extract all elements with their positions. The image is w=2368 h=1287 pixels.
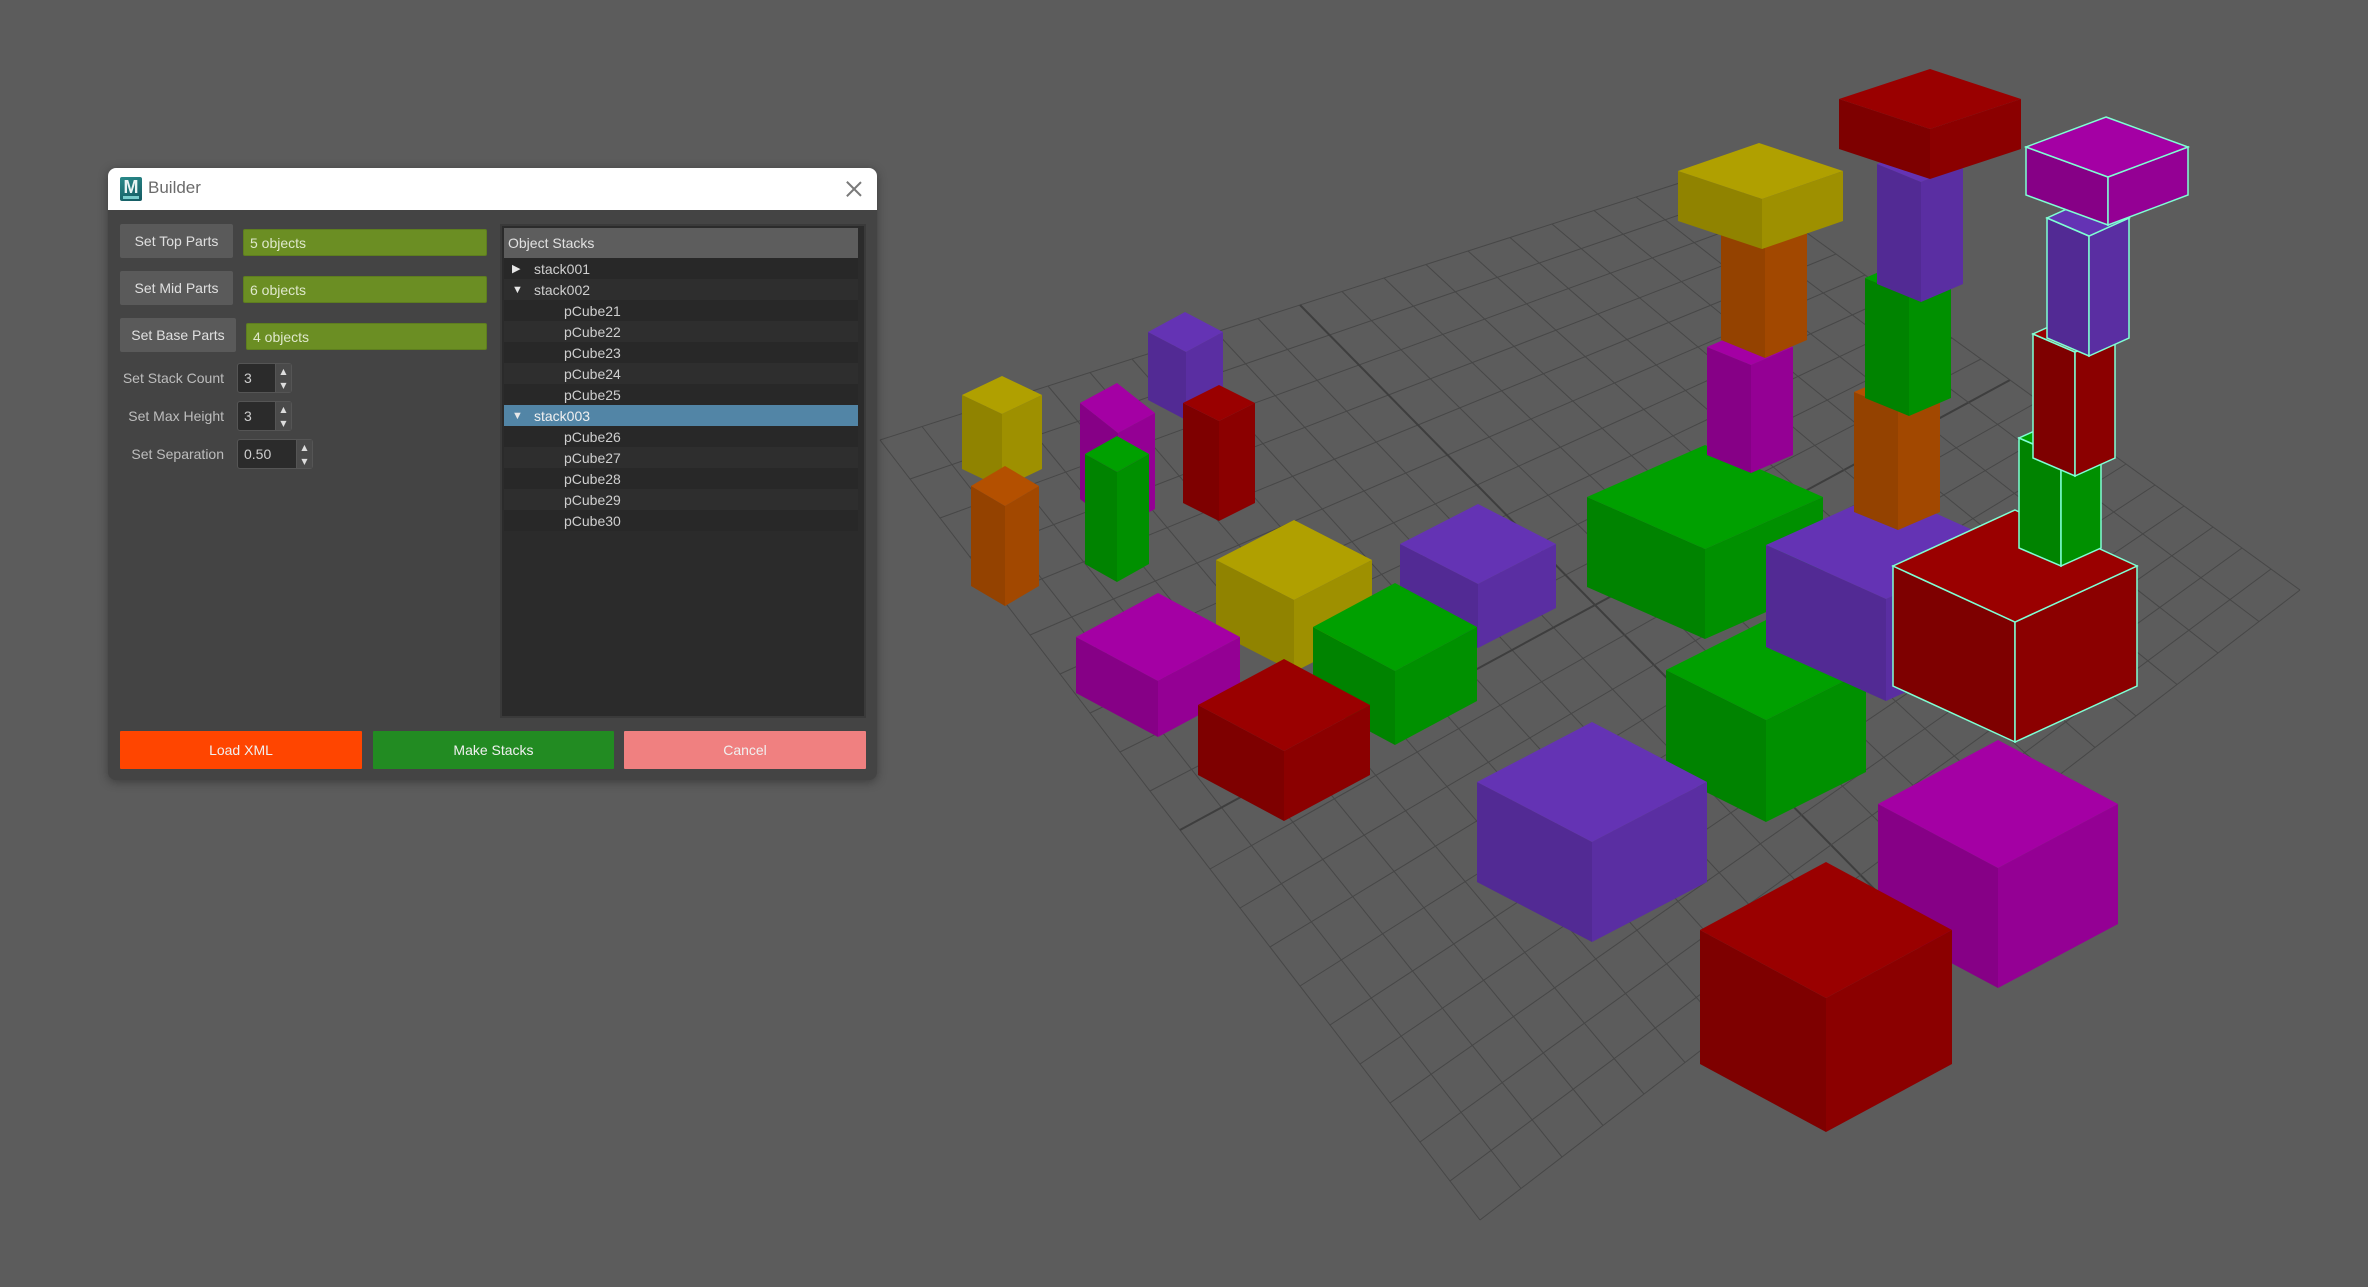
mid-parts-field[interactable]: 6 objects: [243, 276, 487, 303]
expanded-arrow-icon[interactable]: ▼: [512, 284, 523, 296]
stack001-mid-1-right-face: [1765, 228, 1807, 358]
stack003-top: [2023, 116, 2191, 227]
stack002-mid-3-left-face: [1854, 392, 1898, 530]
tree-item-object[interactable]: pCube25: [504, 384, 858, 405]
tree-item-object[interactable]: pCube24: [504, 363, 858, 384]
stack002-top: [1839, 69, 2021, 179]
maya-logo-icon: M: [120, 177, 142, 201]
tree-item-object[interactable]: pCube29: [504, 489, 858, 510]
max-height-value[interactable]: 3: [244, 408, 252, 424]
max-height-label: Set Max Height: [128, 408, 224, 424]
cube-red-tall-right-face: [1219, 403, 1255, 521]
top-parts-field[interactable]: 5 objects: [243, 229, 487, 256]
stack001-mid-2-left-face: [1707, 347, 1751, 473]
separation-down-arrow-icon[interactable]: ▼: [297, 454, 312, 468]
tree-item-label: stack002: [534, 281, 591, 298]
collapsed-arrow-icon[interactable]: ▶: [512, 262, 522, 275]
tree-item-object[interactable]: pCube28: [504, 468, 858, 489]
load-xml-button[interactable]: Load XML: [120, 731, 362, 769]
stack001-top: [1678, 143, 1843, 249]
tree-item-label: pCube21: [564, 302, 621, 319]
set-base-parts-button[interactable]: Set Base Parts: [120, 318, 236, 352]
base-parts-field[interactable]: 4 objects: [246, 323, 487, 350]
stack003-mid-1: [2045, 199, 2131, 358]
make-stacks-button[interactable]: Make Stacks: [373, 731, 614, 769]
stack003-mid-1-right-face: [2088, 216, 2130, 358]
tree-item-object[interactable]: pCube22: [504, 321, 858, 342]
tree-item-label: stack001: [534, 260, 591, 277]
tree-item-stack[interactable]: ▼ stack002: [504, 279, 858, 300]
cube-red-tall-left-face: [1183, 403, 1219, 521]
tree-item-label: pCube23: [564, 344, 621, 361]
stack-count-label: Set Stack Count: [122, 370, 224, 386]
tree-item-object[interactable]: pCube30: [504, 510, 858, 531]
tree-item-object[interactable]: pCube27: [504, 447, 858, 468]
cube-red-tall: [1183, 385, 1255, 521]
tree-item-label: pCube27: [564, 449, 621, 466]
set-top-parts-button[interactable]: Set Top Parts: [120, 224, 233, 258]
tree-item-object[interactable]: pCube26: [504, 426, 858, 447]
scene-objects: [962, 69, 2191, 1132]
separation-label: Set Separation: [131, 446, 224, 462]
stack-count-up-arrow-icon[interactable]: ▲: [276, 364, 291, 379]
tree-item-label: pCube26: [564, 428, 621, 445]
cube-orange-tall-right-face: [1005, 486, 1039, 606]
tree-item-label: pCube22: [564, 323, 621, 340]
stack-count-down-arrow-icon[interactable]: ▼: [276, 378, 291, 392]
separation-value[interactable]: 0.50: [244, 446, 271, 462]
tree-item-object[interactable]: pCube23: [504, 342, 858, 363]
stack003-mid-2-left-face: [2032, 332, 2076, 478]
title-bar[interactable]: M Builder: [108, 168, 877, 210]
tree-item-label: pCube24: [564, 365, 621, 382]
separation-up-arrow-icon[interactable]: ▲: [297, 440, 312, 455]
stack002-mid-1-left-face: [1877, 164, 1921, 302]
tree-item-label: pCube30: [564, 512, 621, 529]
tree-item-label: stack003: [534, 407, 591, 424]
window-title: Builder: [148, 178, 201, 197]
cube-orange-tall-left-face: [971, 486, 1005, 606]
cube-orange-tall: [971, 466, 1039, 606]
stack002-mid-1-right-face: [1921, 164, 1963, 302]
stack001-mid-2-right-face: [1751, 347, 1793, 473]
stack003-mid-1-left-face: [2046, 216, 2090, 358]
builder-dialog: M Builder Set Top Parts 5 objects Set Mi…: [108, 168, 877, 780]
stack003-mid-2-right-face: [2074, 332, 2116, 478]
stack-count-value[interactable]: 3: [244, 370, 252, 386]
tree-item-object[interactable]: pCube21: [504, 300, 858, 321]
tree-item-stack[interactable]: ▶ stack001: [504, 258, 858, 279]
separation-spinbox[interactable]: 0.50 ▲ ▼: [237, 439, 313, 469]
tree-item-label: pCube28: [564, 470, 621, 487]
max-height-spinbox[interactable]: 3 ▲ ▼: [237, 401, 292, 431]
tree-item-label: pCube29: [564, 491, 621, 508]
stack002-mid-2-left-face: [1865, 278, 1909, 416]
tree-body: ▶ stack001 ▼ stack002 pCube21 pCube22 pCube23 p…: [504, 258, 858, 531]
cancel-button[interactable]: Cancel: [624, 731, 866, 769]
max-height-up-arrow-icon[interactable]: ▲: [276, 402, 291, 417]
tree-header[interactable]: Object Stacks: [504, 228, 858, 258]
tree-item-stack[interactable]: ▼ stack003: [504, 405, 858, 426]
object-stacks-tree[interactable]: Object Stacks ▶ stack001 ▼ stack002 pCube21 p…: [500, 224, 866, 718]
close-button[interactable]: [839, 174, 869, 204]
cube-green-tall: [1085, 436, 1149, 582]
tree-item-label: pCube25: [564, 386, 621, 403]
max-height-down-arrow-icon[interactable]: ▼: [276, 416, 291, 430]
stack-count-spinbox[interactable]: 3 ▲ ▼: [237, 363, 292, 393]
expanded-arrow-icon[interactable]: ▼: [512, 410, 523, 422]
set-mid-parts-button[interactable]: Set Mid Parts: [120, 271, 233, 305]
cube-green-tall-left-face: [1085, 454, 1117, 582]
cube-green-tall-right-face: [1117, 454, 1149, 582]
